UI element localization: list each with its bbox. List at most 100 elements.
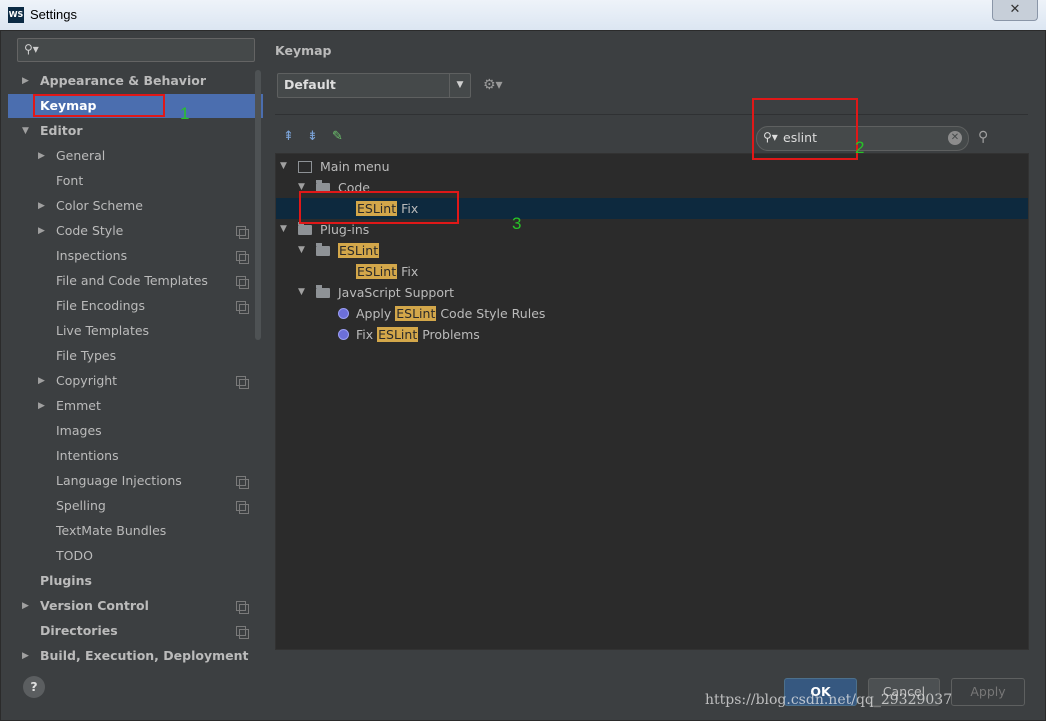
sidebar-item-build-execution-deployment[interactable]: ▶ Build, Execution, Deployment bbox=[8, 644, 263, 668]
keymap-tree-label: JavaScript Support bbox=[338, 282, 454, 303]
folder-icon bbox=[316, 285, 330, 298]
sidebar-item-label: Live Templates bbox=[56, 323, 150, 338]
expand-arrow-icon[interactable]: ▼ bbox=[280, 219, 287, 240]
keymap-tree-label: ESLint bbox=[338, 240, 380, 261]
sidebar-item-emmet[interactable]: ▶ Emmet bbox=[8, 394, 263, 418]
collapsed-arrow-icon[interactable]: ▶ bbox=[38, 219, 45, 243]
sidebar-item-label: Version Control bbox=[40, 598, 149, 613]
collapsed-arrow-icon[interactable]: ▶ bbox=[22, 644, 29, 668]
keymap-tree-label: Fix ESLint Problems bbox=[356, 324, 480, 345]
sidebar-item-appearance-behavior[interactable]: ▶ Appearance & Behavior bbox=[8, 69, 263, 93]
collapsed-arrow-icon[interactable]: ▶ bbox=[38, 144, 45, 168]
label-text: Fix bbox=[397, 264, 419, 279]
sidebar-item-version-control[interactable]: ▶ Version Control bbox=[8, 594, 263, 618]
sidebar-item-label: Plugins bbox=[40, 573, 92, 588]
expand-arrow-icon[interactable]: ▼ bbox=[298, 240, 305, 261]
folder-icon bbox=[298, 222, 312, 235]
sidebar-item-label: General bbox=[56, 148, 106, 163]
collapsed-arrow-icon[interactable]: ▶ bbox=[22, 69, 29, 93]
sidebar-item-inspections[interactable]: Inspections bbox=[8, 244, 263, 268]
keymap-tree-label: Main menu bbox=[320, 156, 390, 177]
annotation-box-3 bbox=[299, 191, 459, 224]
sidebar-item-label: Images bbox=[56, 423, 102, 438]
sidebar-item-file-types[interactable]: File Types bbox=[8, 344, 263, 368]
watermark: https://blog.csdn.net/qq_29329037 bbox=[705, 692, 953, 708]
keymap-tree-label: Apply ESLint Code Style Rules bbox=[356, 303, 545, 324]
annotation-number-2: 2 bbox=[855, 138, 865, 157]
keymap-tree-row[interactable]: Fix ESLint Problems bbox=[276, 324, 1028, 345]
sidebar-item-live-templates[interactable]: Live Templates bbox=[8, 319, 263, 343]
expand-all-icon[interactable]: ⇞ bbox=[283, 129, 294, 144]
sidebar-scrollbar[interactable] bbox=[255, 70, 261, 340]
collapsed-arrow-icon[interactable]: ▶ bbox=[38, 194, 45, 218]
keymap-tree-label: ESLint Fix bbox=[356, 261, 418, 282]
sidebar-item-label: Inspections bbox=[56, 248, 128, 263]
keymap-tree-row[interactable]: ▼ ESLint bbox=[276, 240, 1028, 261]
label-text: Code Style Rules bbox=[436, 306, 546, 321]
sidebar-item-label: File Types bbox=[56, 348, 117, 363]
keymap-tree-row[interactable]: ▼ Main menu bbox=[276, 156, 1028, 177]
sidebar-item-editor[interactable]: ▼ Editor bbox=[8, 119, 263, 143]
clear-search-icon[interactable]: ✕ bbox=[948, 131, 962, 145]
action-icon bbox=[338, 308, 349, 319]
search-match-highlight: ESLint bbox=[356, 264, 398, 279]
keymap-actions-tree: ▼ Main menu ▼ Code ESLint Fix ▼ Plug-ins ▼ ESLin… bbox=[275, 153, 1029, 650]
sidebar-item-textmate-bundles[interactable]: TextMate Bundles bbox=[8, 519, 263, 543]
sidebar-item-label: Copyright bbox=[56, 373, 118, 388]
settings-search-input[interactable]: ⚲▾ bbox=[17, 38, 255, 62]
sidebar-item-copyright[interactable]: ▶ Copyright bbox=[8, 369, 263, 393]
apply-button[interactable]: Apply bbox=[951, 678, 1025, 706]
keymap-tree-row[interactable]: Apply ESLint Code Style Rules bbox=[276, 303, 1028, 324]
sidebar-item-directories[interactable]: Directories bbox=[8, 619, 263, 643]
keymap-scheme-value: Default bbox=[284, 77, 336, 92]
sidebar-item-file-encodings[interactable]: File Encodings bbox=[8, 294, 263, 318]
sidebar-item-general[interactable]: ▶ General bbox=[8, 144, 263, 168]
sidebar-item-label: File and Code Templates bbox=[56, 273, 208, 288]
label-text: JavaScript Support bbox=[338, 285, 455, 300]
collapsed-arrow-icon[interactable]: ▶ bbox=[38, 369, 45, 393]
expand-arrow-icon[interactable]: ▼ bbox=[298, 282, 305, 303]
sidebar-item-todo[interactable]: TODO bbox=[8, 544, 263, 568]
annotation-box-1 bbox=[33, 94, 165, 117]
page-title: Keymap bbox=[275, 43, 332, 58]
edit-shortcut-icon[interactable]: ✎ bbox=[332, 129, 343, 144]
search-match-highlight: ESLint bbox=[395, 306, 437, 321]
sidebar-item-spelling[interactable]: Spelling bbox=[8, 494, 263, 518]
collapse-all-icon[interactable]: ⇟ bbox=[307, 129, 318, 144]
sidebar-item-color-scheme[interactable]: ▶ Color Scheme bbox=[8, 194, 263, 218]
collapsed-arrow-icon[interactable]: ▶ bbox=[38, 394, 45, 418]
sidebar-item-code-style[interactable]: ▶ Code Style bbox=[8, 219, 263, 243]
sidebar-item-images[interactable]: Images bbox=[8, 419, 263, 443]
sidebar-item-file-and-code-templates[interactable]: File and Code Templates bbox=[8, 269, 263, 293]
sidebar-item-label: Intentions bbox=[56, 448, 119, 463]
chevron-down-icon[interactable]: ▼ bbox=[449, 74, 470, 97]
keymap-scheme-select[interactable]: Default ▼ bbox=[277, 73, 471, 98]
close-window-button[interactable]: ✕ bbox=[992, 0, 1038, 21]
collapsed-arrow-icon[interactable]: ▶ bbox=[22, 594, 29, 618]
sidebar-item-language-injections[interactable]: Language Injections bbox=[8, 469, 263, 493]
expand-arrow-icon[interactable]: ▼ bbox=[280, 156, 287, 177]
expand-arrow-icon[interactable]: ▼ bbox=[22, 119, 29, 143]
help-button[interactable]: ? bbox=[23, 676, 45, 698]
gear-icon[interactable]: ⚙▾ bbox=[483, 77, 503, 93]
label-text: Plug-ins bbox=[320, 222, 370, 237]
settings-sidebar: ⚲▾ ▶ Appearance & Behavior Keymap ▼ Editor ▶ G… bbox=[8, 30, 263, 663]
sidebar-item-label: Editor bbox=[40, 123, 83, 138]
sidebar-item-label: Color Scheme bbox=[56, 198, 143, 213]
sidebar-item-label: TextMate Bundles bbox=[56, 523, 167, 538]
sidebar-item-label: Emmet bbox=[56, 398, 101, 413]
sidebar-item-intentions[interactable]: Intentions bbox=[8, 444, 263, 468]
title-bar: WS Settings ✕ bbox=[0, 0, 1046, 30]
label-text: Problems bbox=[418, 327, 480, 342]
keymap-tree-row[interactable]: ▼ JavaScript Support bbox=[276, 282, 1028, 303]
keymap-tree-row[interactable]: ESLint Fix bbox=[276, 261, 1028, 282]
find-by-shortcut-icon[interactable]: ⚲ bbox=[978, 129, 988, 145]
sidebar-item-font[interactable]: Font bbox=[8, 169, 263, 193]
annotation-number-3: 3 bbox=[512, 214, 522, 233]
annotation-number-1: 1 bbox=[180, 104, 190, 123]
sidebar-item-plugins[interactable]: Plugins bbox=[8, 569, 263, 593]
search-icon: ⚲▾ bbox=[24, 42, 39, 56]
project-level-icon bbox=[236, 301, 249, 314]
sidebar-item-label: Language Injections bbox=[56, 473, 182, 488]
divider bbox=[275, 114, 1028, 115]
